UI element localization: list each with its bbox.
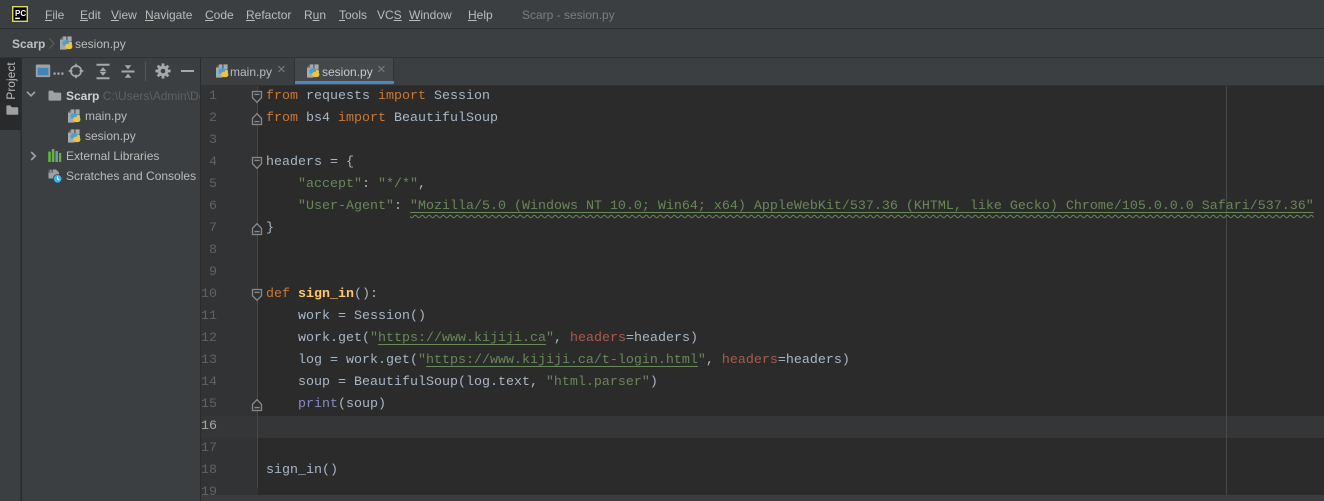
svg-text:PC: PC <box>15 9 26 18</box>
